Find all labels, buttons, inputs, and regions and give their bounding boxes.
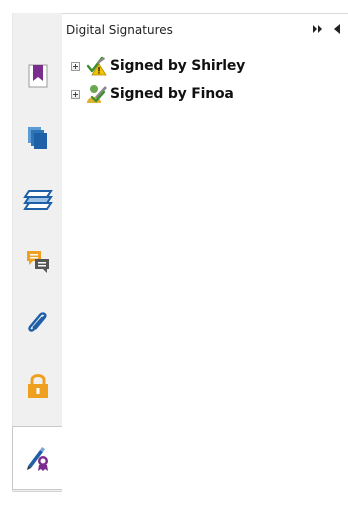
bookmark-icon — [28, 64, 48, 88]
digital-signatures-window: Digital Signatures Signed by Shirley Sig… — [0, 0, 348, 506]
panel-menu-button[interactable] — [330, 22, 344, 36]
rail-security-button[interactable] — [13, 361, 63, 411]
paperclip-icon — [28, 312, 47, 332]
double-chevron-right-icon — [313, 25, 322, 33]
signature-label: Signed by Finoa — [110, 86, 234, 102]
lock-icon — [28, 374, 48, 398]
pages-icon — [28, 127, 47, 149]
collapse-panel-button[interactable] — [311, 22, 325, 36]
signature-label: Signed by Shirley — [110, 58, 246, 74]
signatures-panel: Digital Signatures Signed by Shirley Sig… — [62, 13, 348, 506]
rail-attachments-button[interactable] — [13, 299, 63, 349]
signature-warning-icon — [86, 56, 107, 76]
rail-layers-button[interactable] — [13, 175, 63, 225]
signature-row-shirley[interactable]: Signed by Shirley — [71, 56, 245, 76]
signature-valid-icon — [87, 85, 107, 103]
rail-digital-signatures-button[interactable] — [12, 426, 63, 490]
panel-header: Digital Signatures — [62, 13, 348, 44]
layers-icon — [23, 190, 53, 210]
signature-row-finoa[interactable]: Signed by Finoa — [71, 84, 234, 104]
expand-toggle[interactable] — [71, 61, 80, 71]
navigation-rail — [12, 13, 64, 492]
rail-comments-button[interactable] — [13, 237, 63, 287]
panel-title: Digital Signatures — [66, 23, 173, 37]
comments-icon — [27, 251, 49, 273]
expand-toggle[interactable] — [71, 89, 80, 99]
triangle-left-icon — [334, 24, 340, 34]
rail-pages-button[interactable] — [13, 113, 63, 163]
rail-bookmarks-button[interactable] — [13, 51, 63, 101]
signature-pen-icon — [27, 447, 48, 471]
